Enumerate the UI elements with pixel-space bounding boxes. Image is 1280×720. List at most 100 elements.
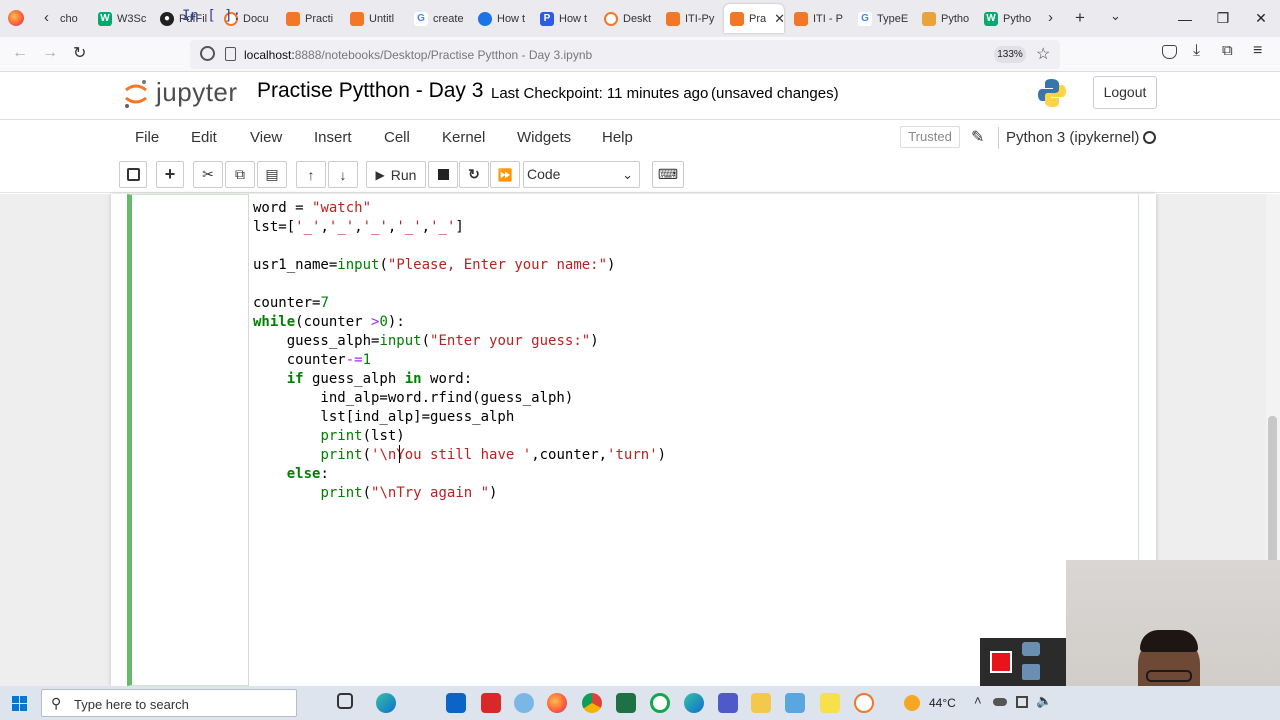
cut-button[interactable]: ✂ — [193, 161, 223, 188]
menu-edit[interactable]: Edit — [191, 129, 217, 146]
tray-chevron-icon[interactable]: ˄ — [974, 693, 982, 708]
menu-kernel[interactable]: Kernel — [442, 129, 485, 146]
zoom-level[interactable]: 133% — [994, 46, 1026, 63]
command-palette-button[interactable]: ⌨ — [652, 161, 684, 188]
close-window-icon[interactable]: ✕ — [1238, 0, 1280, 37]
task-view-icon[interactable] — [337, 693, 353, 709]
logout-button[interactable]: Logout — [1093, 76, 1157, 109]
browser-tab-9[interactable]: P How t — [540, 4, 588, 33]
reload-icon[interactable]: ↻ — [73, 43, 86, 63]
paste-button[interactable]: ▤ — [257, 161, 287, 188]
copy-button[interactable]: ⧉ — [225, 161, 255, 188]
browser-tab-6[interactable]: Untitl — [350, 4, 400, 33]
pocket-icon[interactable] — [1162, 45, 1177, 59]
back-icon[interactable]: ← — [12, 44, 28, 62]
browser-tab-13[interactable]: ITI - P — [794, 4, 844, 33]
code-line-4[interactable]: usr1_name=input("Please, Enter your name… — [253, 257, 615, 273]
tab-label: How t — [559, 12, 588, 25]
browser-tab-5[interactable]: Practi — [286, 4, 336, 33]
move-down-button[interactable]: ↓ — [328, 161, 358, 188]
chrome-icon[interactable] — [582, 693, 602, 713]
file-explorer-icon[interactable] — [751, 693, 771, 713]
paint-icon[interactable] — [514, 693, 534, 713]
menu-widgets[interactable]: Widgets — [517, 129, 571, 146]
notebook-title[interactable]: Practise Pytthon - Day 3 — [257, 79, 483, 103]
cell-type-select[interactable]: Code ⌄ — [523, 161, 640, 188]
camera-icon[interactable] — [1022, 642, 1040, 656]
forward-icon[interactable]: → — [42, 44, 58, 62]
site-info-icon[interactable] — [200, 46, 215, 61]
restart-run-all-button[interactable]: ⏩ — [490, 161, 520, 188]
browser-tab-14[interactable]: G TypeE — [858, 4, 910, 33]
run-button[interactable]: ▶ Run — [366, 161, 426, 188]
excel-icon[interactable] — [616, 693, 636, 713]
move-up-button[interactable]: ↑ — [296, 161, 326, 188]
close-tab-icon[interactable]: ✕ — [774, 11, 784, 27]
restart-button[interactable]: ↻ — [459, 161, 489, 188]
circle-app-icon[interactable] — [650, 693, 670, 713]
menu-insert[interactable]: Insert — [314, 129, 352, 146]
code-line-13[interactable]: print(lst) — [253, 428, 404, 444]
code-line-7[interactable]: while(counter >0): — [253, 314, 405, 330]
trusted-badge[interactable]: Trusted — [900, 126, 960, 148]
edge-beta-icon[interactable] — [684, 693, 704, 713]
browser-tab-8[interactable]: How t — [478, 4, 526, 33]
menu-file[interactable]: File — [135, 129, 159, 146]
code-line-1[interactable]: word = "watch" — [253, 200, 371, 216]
browser-tab-10[interactable]: Deskt — [604, 4, 656, 33]
temperature[interactable]: 44°C — [929, 696, 956, 710]
code-line-14[interactable]: print('\nYou still have ',counter,'turn'… — [253, 447, 666, 463]
address-bar[interactable]: localhost:8888/notebooks/Desktop/Practis… — [190, 40, 1060, 69]
firefox-icon[interactable] — [8, 10, 24, 26]
jupyter-logo-icon[interactable] — [123, 79, 149, 109]
edge-icon[interactable] — [376, 693, 396, 713]
browser-tab-15[interactable]: Pytho — [922, 4, 972, 33]
bookmark-star-icon[interactable]: ☆ — [1036, 44, 1050, 64]
code-line-15[interactable]: else: — [253, 466, 329, 482]
taskbar-search-box[interactable]: ⚲ Type here to search — [41, 689, 297, 717]
jupyter-taskbar-icon[interactable] — [854, 693, 874, 713]
extensions-icon[interactable]: ⧉ — [1222, 42, 1233, 59]
code-line-8[interactable]: guess_alph=input("Enter your guess:") — [253, 333, 599, 349]
code-line-6[interactable]: counter=7 — [253, 295, 329, 311]
new-tab-icon[interactable]: + — [1075, 8, 1085, 28]
code-line-2[interactable]: lst=['_','_','_','_','_'] — [253, 219, 464, 235]
browser-tab-16[interactable]: W Pytho — [984, 4, 1034, 33]
windows-start-icon[interactable] — [12, 696, 27, 711]
code-line-12[interactable]: lst[ind_alp]=guess_alph — [253, 409, 514, 425]
notepad-icon[interactable] — [785, 693, 805, 713]
volume-icon[interactable]: 🔈 — [1036, 693, 1052, 709]
teams-icon[interactable] — [718, 693, 738, 713]
insert-cell-button[interactable]: + — [156, 161, 184, 188]
browser-tab-active[interactable]: Pra ✕ — [724, 4, 784, 33]
mail-icon[interactable] — [446, 693, 466, 713]
tab-scroll-right-icon[interactable]: › — [1048, 9, 1053, 26]
menu-help[interactable]: Help — [602, 129, 633, 146]
downloads-icon[interactable]: ⤓ — [1193, 42, 1200, 60]
code-line-9[interactable]: counter-=1 — [253, 352, 371, 368]
pause-icon[interactable] — [1022, 664, 1040, 680]
tab-scroll-left-icon[interactable]: ‹ — [44, 9, 49, 26]
menu-cell[interactable]: Cell — [384, 129, 410, 146]
sticky-notes-icon[interactable] — [820, 693, 840, 713]
code-line-10[interactable]: if guess_alph in word: — [253, 371, 472, 387]
save-button[interactable] — [119, 161, 147, 188]
list-tabs-icon[interactable]: ⌄ — [1110, 8, 1121, 24]
browser-tab-1[interactable]: cho — [60, 4, 82, 33]
edit-pencil-icon[interactable]: ✎ — [971, 127, 984, 147]
browser-tab-7[interactable]: Gcreate — [414, 4, 464, 33]
vivaldi-icon[interactable] — [481, 693, 501, 713]
browser-tab-11[interactable]: ITI-Py — [666, 4, 718, 33]
firefox-taskbar-icon[interactable] — [547, 693, 567, 713]
code-line-11[interactable]: ind_alp=word.rfind(guess_alph) — [253, 390, 573, 406]
menu-view[interactable]: View — [250, 129, 282, 146]
menu-icon[interactable]: ≡ — [1253, 42, 1262, 60]
code-line-16[interactable]: print("\nTry again ") — [253, 485, 497, 501]
kernel-name[interactable]: Python 3 (ipykernel) — [1006, 129, 1139, 146]
onedrive-icon[interactable] — [993, 698, 1007, 706]
browser-tab-2[interactable]: W W3Sc — [98, 4, 146, 33]
network-icon[interactable] — [1016, 696, 1028, 708]
record-stop-button[interactable] — [990, 651, 1012, 673]
interrupt-button[interactable] — [428, 161, 458, 188]
url-text[interactable]: localhost:8888/notebooks/Desktop/Practis… — [244, 48, 592, 62]
